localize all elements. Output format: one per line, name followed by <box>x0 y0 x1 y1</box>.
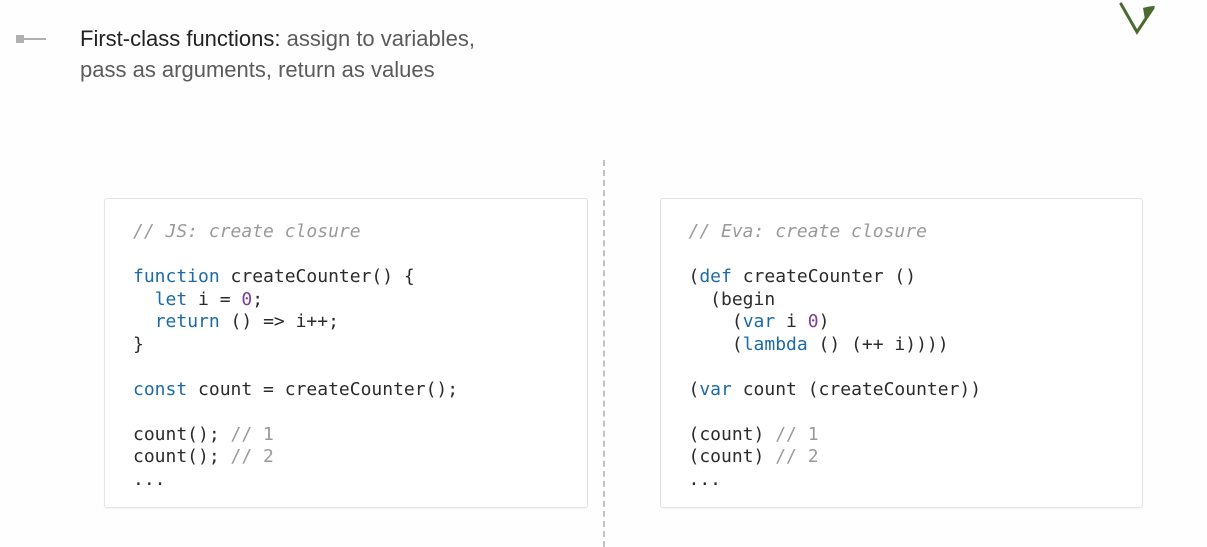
heading-rest1: assign to variables, <box>281 26 475 51</box>
code-keyword: let <box>155 289 188 310</box>
code-text: ( <box>689 379 700 400</box>
slide-heading: First-class functions: assign to variabl… <box>80 24 475 86</box>
code-panel-js: // JS: create closure function createCou… <box>104 198 588 508</box>
logo-icon <box>1115 2 1159 43</box>
code-text: i = <box>187 289 241 310</box>
code-text: () => i++; <box>220 311 339 332</box>
heading-strong: First-class functions: <box>80 26 281 51</box>
code-text: ... <box>689 469 722 490</box>
code-text: count (createCounter)) <box>732 379 981 400</box>
code-text: ) <box>819 311 830 332</box>
code-text: } <box>133 334 144 355</box>
code-block-eva: // Eva: create closure (def createCounte… <box>689 221 1115 491</box>
code-comment: // Eva: create closure <box>689 221 927 242</box>
code-comment: // 2 <box>220 446 274 467</box>
code-comment: // JS: create closure <box>133 221 361 242</box>
code-keyword: function <box>133 266 220 287</box>
code-text: createCounter () <box>732 266 916 287</box>
code-text: i <box>775 311 808 332</box>
code-text: () (++ i)))) <box>808 334 949 355</box>
code-panel-eva: // Eva: create closure (def createCounte… <box>660 198 1144 508</box>
code-text: count(); <box>133 446 220 467</box>
code-text: count(); <box>133 424 220 445</box>
code-keyword: var <box>743 311 776 332</box>
code-keyword: def <box>699 266 732 287</box>
heading-line2: pass as arguments, return as values <box>80 55 475 86</box>
code-number: 0 <box>241 289 252 310</box>
code-comment: // 2 <box>764 446 818 467</box>
code-text: ( <box>689 311 743 332</box>
code-text: (begin <box>689 289 776 310</box>
code-number: 0 <box>808 311 819 332</box>
code-keyword: const <box>133 379 187 400</box>
code-text: ; <box>252 289 263 310</box>
code-keyword: return <box>155 311 220 332</box>
code-text: createCounter() { <box>220 266 415 287</box>
code-block-js: // JS: create closure function createCou… <box>133 221 559 491</box>
code-text: count = createCounter(); <box>187 379 458 400</box>
code-keyword: lambda <box>743 334 808 355</box>
code-text: (count) <box>689 446 765 467</box>
code-text: ( <box>689 266 700 287</box>
bullet-marker <box>20 38 46 40</box>
code-comment: // 1 <box>220 424 274 445</box>
code-text: ... <box>133 469 166 490</box>
code-text: ( <box>689 334 743 355</box>
code-keyword: var <box>699 379 732 400</box>
code-text: (count) <box>689 424 765 445</box>
code-comment: // 1 <box>764 424 818 445</box>
